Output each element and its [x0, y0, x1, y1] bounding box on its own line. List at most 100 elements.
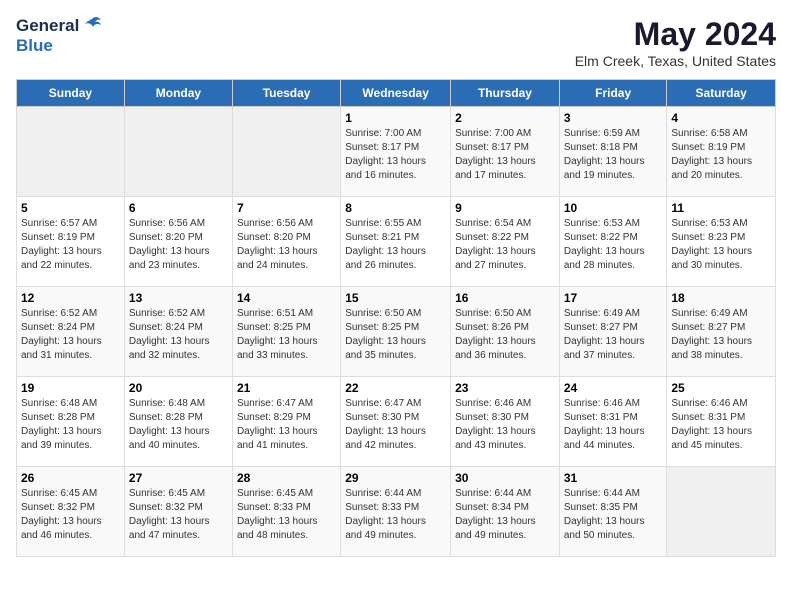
- day-info: Sunrise: 6:59 AM Sunset: 8:18 PM Dayligh…: [564, 127, 663, 183]
- day-info: Sunrise: 6:45 AM Sunset: 8:32 PM Dayligh…: [129, 487, 228, 543]
- day-number: 24: [564, 381, 663, 395]
- day-info: Sunrise: 6:57 AM Sunset: 8:19 PM Dayligh…: [21, 217, 120, 273]
- calendar-cell: 19 Sunrise: 6:48 AM Sunset: 8:28 PM Dayli…: [17, 377, 125, 467]
- day-info: Sunrise: 6:50 AM Sunset: 8:25 PM Dayligh…: [345, 307, 446, 363]
- calendar-cell: 22 Sunrise: 6:47 AM Sunset: 8:30 PM Dayli…: [341, 377, 451, 467]
- calendar-cell: 29 Sunrise: 6:44 AM Sunset: 8:33 PM Dayli…: [341, 467, 451, 557]
- day-number: 10: [564, 201, 663, 215]
- logo-bird-icon: [81, 16, 103, 36]
- logo-blue-text: Blue: [16, 36, 53, 55]
- calendar-cell: 3Sunrise: 6:59 AM Sunset: 8:18 PM Daylig…: [559, 107, 667, 197]
- calendar-header-tuesday: Tuesday: [232, 80, 340, 107]
- calendar-cell: 28Sunrise: 6:45 AM Sunset: 8:33 PM Dayli…: [232, 467, 340, 557]
- calendar-cell: [232, 107, 340, 197]
- day-number: 23: [455, 381, 555, 395]
- day-number: 6: [129, 201, 228, 215]
- calendar-cell: 24 Sunrise: 6:46 AM Sunset: 8:31 PM Dayli…: [559, 377, 667, 467]
- calendar-cell: 26 Sunrise: 6:45 AM Sunset: 8:32 PM Dayli…: [17, 467, 125, 557]
- calendar-cell: 10 Sunrise: 6:53 AM Sunset: 8:22 PM Dayli…: [559, 197, 667, 287]
- calendar-title-area: May 2024 Elm Creek, Texas, United States: [575, 16, 776, 69]
- calendar-cell: 20 Sunrise: 6:48 AM Sunset: 8:28 PM Dayli…: [124, 377, 232, 467]
- day-info: Sunrise: 6:49 AM Sunset: 8:27 PM Dayligh…: [564, 307, 663, 363]
- calendar-cell: 1Sunrise: 7:00 AM Sunset: 8:17 PM Daylig…: [341, 107, 451, 197]
- calendar-cell: 15 Sunrise: 6:50 AM Sunset: 8:25 PM Dayli…: [341, 287, 451, 377]
- day-number: 7: [237, 201, 336, 215]
- day-number: 15: [345, 291, 446, 305]
- day-number: 30: [455, 471, 555, 485]
- day-number: 14: [237, 291, 336, 305]
- calendar-cell: 21 Sunrise: 6:47 AM Sunset: 8:29 PM Dayli…: [232, 377, 340, 467]
- day-info: Sunrise: 7:00 AM Sunset: 8:17 PM Dayligh…: [345, 127, 446, 183]
- day-number: 22: [345, 381, 446, 395]
- day-number: 5: [21, 201, 120, 215]
- day-number: 16: [455, 291, 555, 305]
- day-info: Sunrise: 7:00 AM Sunset: 8:17 PM Dayligh…: [455, 127, 555, 183]
- day-number: 28: [237, 471, 336, 485]
- day-info: Sunrise: 6:55 AM Sunset: 8:21 PM Dayligh…: [345, 217, 446, 273]
- day-number: 13: [129, 291, 228, 305]
- day-info: Sunrise: 6:46 AM Sunset: 8:30 PM Dayligh…: [455, 397, 555, 453]
- day-number: 20: [129, 381, 228, 395]
- calendar-cell: 12Sunrise: 6:52 AM Sunset: 8:24 PM Dayli…: [17, 287, 125, 377]
- day-info: Sunrise: 6:46 AM Sunset: 8:31 PM Dayligh…: [671, 397, 771, 453]
- calendar-title: May 2024: [575, 16, 776, 53]
- day-number: 4: [671, 111, 771, 125]
- calendar-cell: 9Sunrise: 6:54 AM Sunset: 8:22 PM Daylig…: [451, 197, 560, 287]
- day-number: 17: [564, 291, 663, 305]
- day-number: 8: [345, 201, 446, 215]
- day-info: Sunrise: 6:50 AM Sunset: 8:26 PM Dayligh…: [455, 307, 555, 363]
- day-info: Sunrise: 6:46 AM Sunset: 8:31 PM Dayligh…: [564, 397, 663, 453]
- calendar-header-friday: Friday: [559, 80, 667, 107]
- day-info: Sunrise: 6:48 AM Sunset: 8:28 PM Dayligh…: [21, 397, 120, 453]
- day-info: Sunrise: 6:56 AM Sunset: 8:20 PM Dayligh…: [129, 217, 228, 273]
- calendar-week-row: 12Sunrise: 6:52 AM Sunset: 8:24 PM Dayli…: [17, 287, 776, 377]
- day-info: Sunrise: 6:44 AM Sunset: 8:35 PM Dayligh…: [564, 487, 663, 543]
- day-info: Sunrise: 6:58 AM Sunset: 8:19 PM Dayligh…: [671, 127, 771, 183]
- day-info: Sunrise: 6:53 AM Sunset: 8:22 PM Dayligh…: [564, 217, 663, 273]
- calendar-cell: 27 Sunrise: 6:45 AM Sunset: 8:32 PM Dayli…: [124, 467, 232, 557]
- day-number: 21: [237, 381, 336, 395]
- day-number: 27: [129, 471, 228, 485]
- day-info: Sunrise: 6:51 AM Sunset: 8:25 PM Dayligh…: [237, 307, 336, 363]
- calendar-cell: 23 Sunrise: 6:46 AM Sunset: 8:30 PM Dayli…: [451, 377, 560, 467]
- calendar-cell: 4 Sunrise: 6:58 AM Sunset: 8:19 PM Daylig…: [667, 107, 776, 197]
- day-number: 26: [21, 471, 120, 485]
- calendar-cell: 11Sunrise: 6:53 AM Sunset: 8:23 PM Dayli…: [667, 197, 776, 287]
- calendar-header-saturday: Saturday: [667, 80, 776, 107]
- day-info: Sunrise: 6:49 AM Sunset: 8:27 PM Dayligh…: [671, 307, 771, 363]
- calendar-header-monday: Monday: [124, 80, 232, 107]
- calendar-cell: 31 Sunrise: 6:44 AM Sunset: 8:35 PM Dayli…: [559, 467, 667, 557]
- day-info: Sunrise: 6:56 AM Sunset: 8:20 PM Dayligh…: [237, 217, 336, 273]
- day-info: Sunrise: 6:54 AM Sunset: 8:22 PM Dayligh…: [455, 217, 555, 273]
- calendar-week-row: 5 Sunrise: 6:57 AM Sunset: 8:19 PM Daylig…: [17, 197, 776, 287]
- calendar-cell: 14 Sunrise: 6:51 AM Sunset: 8:25 PM Dayli…: [232, 287, 340, 377]
- calendar-cell: 8 Sunrise: 6:55 AM Sunset: 8:21 PM Daylig…: [341, 197, 451, 287]
- calendar-header-thursday: Thursday: [451, 80, 560, 107]
- day-info: Sunrise: 6:47 AM Sunset: 8:29 PM Dayligh…: [237, 397, 336, 453]
- calendar-week-row: 26 Sunrise: 6:45 AM Sunset: 8:32 PM Dayli…: [17, 467, 776, 557]
- calendar-cell: 7 Sunrise: 6:56 AM Sunset: 8:20 PM Daylig…: [232, 197, 340, 287]
- day-info: Sunrise: 6:48 AM Sunset: 8:28 PM Dayligh…: [129, 397, 228, 453]
- calendar-cell: [17, 107, 125, 197]
- calendar-cell: 13 Sunrise: 6:52 AM Sunset: 8:24 PM Dayli…: [124, 287, 232, 377]
- logo-general-text: General: [16, 16, 79, 36]
- calendar-header-sunday: Sunday: [17, 80, 125, 107]
- calendar-cell: 30Sunrise: 6:44 AM Sunset: 8:34 PM Dayli…: [451, 467, 560, 557]
- day-info: Sunrise: 6:44 AM Sunset: 8:33 PM Dayligh…: [345, 487, 446, 543]
- calendar-week-row: 1Sunrise: 7:00 AM Sunset: 8:17 PM Daylig…: [17, 107, 776, 197]
- day-number: 2: [455, 111, 555, 125]
- calendar-table: SundayMondayTuesdayWednesdayThursdayFrid…: [16, 79, 776, 557]
- day-info: Sunrise: 6:47 AM Sunset: 8:30 PM Dayligh…: [345, 397, 446, 453]
- calendar-header-wednesday: Wednesday: [341, 80, 451, 107]
- day-number: 31: [564, 471, 663, 485]
- day-number: 19: [21, 381, 120, 395]
- day-info: Sunrise: 6:53 AM Sunset: 8:23 PM Dayligh…: [671, 217, 771, 273]
- calendar-cell: 18 Sunrise: 6:49 AM Sunset: 8:27 PM Dayli…: [667, 287, 776, 377]
- day-number: 18: [671, 291, 771, 305]
- calendar-header-row: SundayMondayTuesdayWednesdayThursdayFrid…: [17, 80, 776, 107]
- day-info: Sunrise: 6:52 AM Sunset: 8:24 PM Dayligh…: [21, 307, 120, 363]
- day-info: Sunrise: 6:52 AM Sunset: 8:24 PM Dayligh…: [129, 307, 228, 363]
- day-info: Sunrise: 6:45 AM Sunset: 8:32 PM Dayligh…: [21, 487, 120, 543]
- calendar-cell: 25Sunrise: 6:46 AM Sunset: 8:31 PM Dayli…: [667, 377, 776, 467]
- day-number: 29: [345, 471, 446, 485]
